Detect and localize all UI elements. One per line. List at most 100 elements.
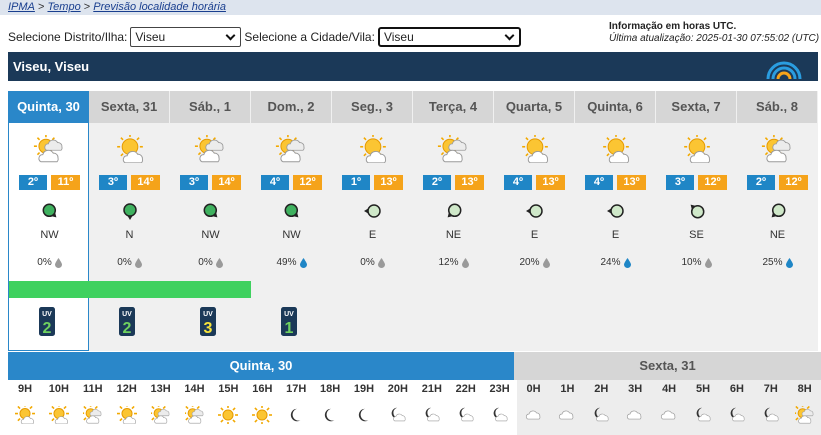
breadcrumb-separator: > (83, 1, 91, 13)
wind-direction-icon (201, 201, 221, 221)
hour-slot: 20H (381, 380, 415, 435)
moon-cloud-icon (591, 406, 611, 424)
day-card-title[interactable]: Quarta, 5 (494, 91, 575, 123)
last-update: Última atualização: 2025-01-30 07:55:02 … (609, 33, 820, 44)
wind-direction-icon (687, 201, 707, 221)
city-select[interactable]: Viseu (377, 27, 521, 47)
hour-label: 6H (729, 383, 744, 395)
rain-drop-icon (783, 257, 793, 268)
rain-drop-icon (52, 257, 62, 268)
district-select[interactable]: Viseu (130, 27, 242, 47)
uv-index-icon: UV 3 (200, 307, 216, 337)
day-card-title[interactable]: Terça, 4 (413, 91, 494, 123)
min-temperature: 3º (666, 175, 694, 190)
hour-slot: 16H (245, 380, 279, 435)
day-card-title[interactable]: Sáb., 8 (737, 91, 818, 123)
temperature-range: 2º 13º (413, 175, 494, 190)
max-temperature: 12º (293, 175, 322, 190)
wind-direction: NW (40, 229, 59, 241)
sun-icon (218, 404, 239, 426)
svg-text:UV: UV (42, 311, 52, 318)
day-card-title[interactable]: Dom., 2 (251, 91, 332, 123)
day-card-title[interactable]: Sáb., 1 (170, 91, 251, 123)
location-title: Viseu, Viseu (13, 59, 90, 74)
wind-direction: N (125, 229, 134, 241)
wind-direction-icon (444, 201, 464, 221)
sun-cloud-icon (680, 133, 714, 164)
wind-direction-icon (606, 201, 626, 221)
wind-direction: NE (445, 229, 462, 241)
max-temperature: 13º (455, 175, 484, 190)
moon-cloud-icon (693, 406, 713, 424)
day-card[interactable]: Sáb., 1 3º 14º NW 0% UV 3 (170, 91, 251, 351)
wind-direction-icon (363, 201, 383, 221)
min-temperature: 3º (180, 175, 208, 190)
day-card-title[interactable]: Quinta, 6 (575, 91, 656, 123)
hour-slot: 9H (8, 380, 42, 435)
day-card-title[interactable]: Seg., 3 (332, 91, 413, 123)
warning-level-bar (170, 281, 251, 298)
moon-cloud-icon (456, 406, 476, 424)
day-card-title[interactable]: Quinta, 30 (9, 91, 88, 123)
sun-cloud-icon (113, 133, 147, 164)
min-temperature: 4º (261, 175, 289, 190)
hour-slot: 21H (415, 380, 449, 435)
precipitation: 20% (494, 257, 575, 268)
wind-direction: NW (201, 229, 220, 241)
hourly-day1-header[interactable]: Quinta, 30 (8, 352, 514, 380)
daily-forecast: Quinta, 30 2º 11º NW 0% UV 2 Sexta, 31 3º 1… (8, 91, 818, 351)
day-card[interactable]: Quinta, 30 2º 11º NW 0% UV 2 (8, 91, 90, 351)
max-temperature: 13º (617, 175, 646, 190)
hour-slot: 13H (144, 380, 178, 435)
partly-cloudy-icon (182, 403, 205, 424)
day-card[interactable]: Sáb., 8 2º 12º NE 25% (737, 91, 818, 351)
day-card-title[interactable]: Sexta, 31 (89, 91, 170, 123)
day-card[interactable]: Quinta, 6 4º 13º E 24% (575, 91, 656, 351)
svg-text:2: 2 (43, 320, 52, 336)
wind-direction: E (530, 229, 539, 241)
breadcrumb-separator: > (37, 1, 45, 13)
day-card[interactable]: Quarta, 5 4º 13º E 20% (494, 91, 575, 351)
sun-cloud-icon (599, 133, 633, 164)
moon-cloud-icon (422, 406, 442, 424)
hour-slot: 4H (652, 380, 687, 435)
breadcrumb-current-link[interactable]: Previsão localidade horária (93, 1, 226, 13)
hourly-forecast: 9H 10H 11H 12H 13H 14H 15H 16H 17H 18H 1… (8, 380, 821, 435)
wind-direction: E (611, 229, 620, 241)
hour-label: 22H (455, 383, 476, 395)
breadcrumb-tempo-link[interactable]: Tempo (47, 1, 80, 13)
wind-direction-icon (768, 201, 788, 221)
hour-slot: 11H (76, 380, 110, 435)
wind-direction: SE (689, 229, 704, 241)
temperature-range: 2º 12º (737, 175, 818, 190)
svg-text:1: 1 (285, 320, 294, 336)
temperature-range: 2º 11º (9, 175, 90, 190)
svg-text:2: 2 (123, 320, 132, 336)
moon-cloud-icon (761, 406, 781, 424)
ipma-logo-icon (766, 61, 802, 80)
warning-level-bar (9, 281, 90, 298)
partly-cloudy-icon (437, 134, 471, 163)
day-card[interactable]: Sexta, 31 3º 14º N 0% UV 2 (89, 91, 170, 351)
sun-cloud-icon (518, 133, 552, 164)
hourly-day2-header[interactable]: Sexta, 31 (514, 352, 821, 380)
day-card-title[interactable]: Sexta, 7 (656, 91, 737, 123)
moon-cloud-icon (388, 406, 408, 424)
svg-text:UV: UV (203, 311, 213, 318)
hour-label: 21H (421, 383, 442, 395)
precipitation-value: 49% (276, 257, 297, 268)
breadcrumb-ipma-link[interactable]: IPMA (8, 1, 35, 13)
day-card[interactable]: Terça, 4 2º 13º NE 12% (413, 91, 494, 351)
hour-slot: 15H (211, 380, 245, 435)
hour-slot: 7H (753, 380, 788, 435)
partly-cloudy-icon (275, 134, 309, 163)
temperature-range: 4º 13º (575, 175, 656, 190)
svg-text:UV: UV (284, 311, 294, 318)
day-card[interactable]: Dom., 2 4º 12º NW 49% UV 1 (251, 91, 332, 351)
chevron-down-icon (225, 30, 236, 40)
sun-cloud-icon (48, 403, 69, 425)
cloud-icon (524, 406, 544, 424)
day-card[interactable]: Seg., 3 1º 13º E 0% (332, 91, 413, 351)
day-card[interactable]: Sexta, 7 3º 12º SE 10% (656, 91, 737, 351)
rain-drop-icon (459, 257, 469, 268)
